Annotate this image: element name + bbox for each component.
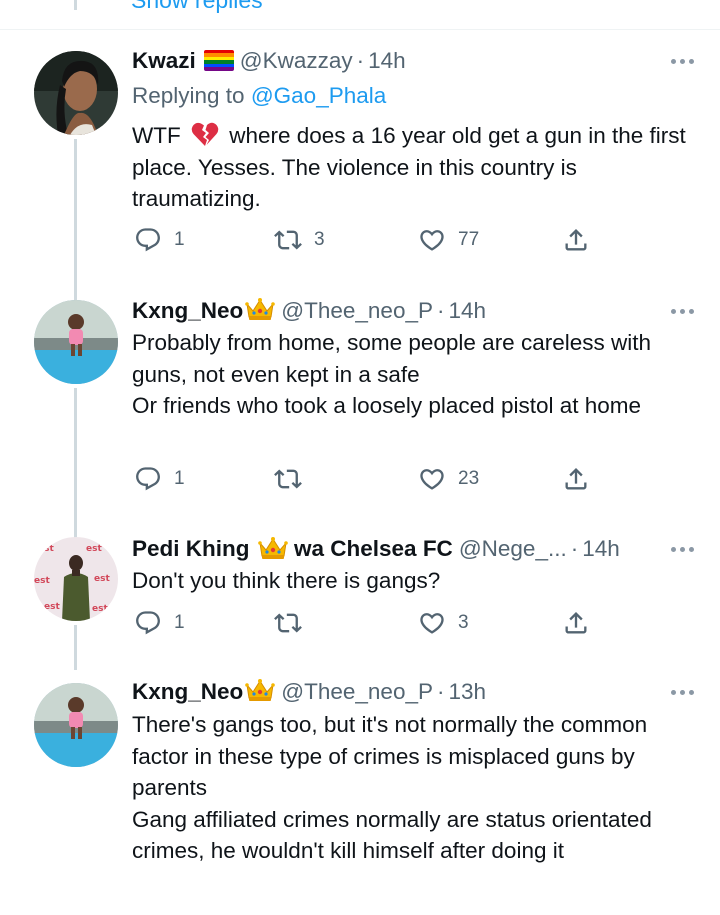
more-icon[interactable] [671,296,694,326]
timestamp[interactable]: 13h [448,677,486,707]
like-button[interactable]: 77 [418,225,479,255]
like-icon [418,609,446,637]
tweet-header: Kxng_Neo @Thee_neo_P · 14h [132,296,708,326]
retweet-button[interactable] [274,608,302,638]
reply-icon [134,609,162,637]
tweet[interactable]: Kxng_Neo @Thee_neo_P · 13h There's gangs… [0,670,720,915]
more-icon[interactable] [671,46,694,76]
tweet-text: There's gangs too, but it's not normally… [132,712,652,863]
reply-count: 1 [174,229,185,250]
like-button[interactable]: 3 [418,608,469,638]
timestamp[interactable]: 14h [582,534,620,564]
avatar[interactable] [34,51,118,135]
like-count: 3 [458,612,469,633]
separator-dot: · [570,536,579,561]
display-name[interactable]: Kwazi [132,46,196,76]
reply-count: 1 [174,612,185,633]
svg-text:est: est [38,544,54,554]
replying-to: Replying to @Gao_Phala [132,81,386,111]
share-icon [562,609,590,637]
display-name[interactable]: Kxng_Neo [132,677,243,707]
tweet-header: Pedi Khing wa Chelsea FC @Nege_... · 14h [132,534,708,564]
thread-line [74,0,77,10]
user-handle[interactable]: @Kwazzay [240,46,353,76]
svg-text:est: est [44,602,60,612]
retweet-icon [274,465,302,493]
tweet-header: Kwazi @Kwazzay · 14h [132,46,708,76]
reply-icon [134,465,162,493]
tweet[interactable]: Kxng_Neo @Thee_neo_P · 14h Probably from… [0,280,720,540]
tweet-text: Don't you think there is gangs? [132,568,441,593]
display-name-part: wa Chelsea FC [287,536,453,561]
timestamp[interactable]: 14h [368,46,406,76]
tweet-text-part: WTF [132,123,187,148]
more-icon[interactable] [671,677,694,707]
avatar[interactable]: est est est est est est [34,537,118,621]
share-icon [562,226,590,254]
separator-dot: · [436,298,445,323]
mention-link[interactable]: @Gao_Phala [251,83,386,108]
like-button[interactable]: 23 [418,464,479,494]
share-button[interactable] [562,464,590,494]
reply-button[interactable]: 1 [134,608,185,638]
svg-text:est: est [94,574,110,584]
tweet-text: Probably from home, some people are care… [132,330,651,418]
user-handle[interactable]: @Thee_neo_P [281,677,433,707]
separator-dot: · [436,679,445,704]
share-icon [562,465,590,493]
retweet-button[interactable] [274,464,302,494]
like-icon [418,465,446,493]
thread-line [74,388,77,540]
crown-emoji [245,297,275,321]
display-name[interactable]: Kxng_Neo [132,296,243,326]
separator-dot: · [356,48,365,73]
reply-button[interactable]: 1 [134,464,185,494]
broken-heart-emoji [191,122,219,147]
previous-tweet-stub: Show replies [0,0,720,30]
share-button[interactable] [562,225,590,255]
display-name[interactable]: Pedi Khing wa Chelsea FC [132,534,453,564]
retweet-button[interactable]: 3 [274,225,325,255]
reply-count: 1 [174,468,185,489]
svg-text:est: est [86,544,102,554]
share-button[interactable] [562,608,590,638]
tweet-actions: 1 3 [132,608,602,638]
more-icon[interactable] [671,534,694,564]
display-name-part: Pedi Khing [132,536,256,561]
retweet-icon [274,609,302,637]
svg-text:est: est [92,604,108,614]
crown-emoji [245,678,275,702]
tweet-header: Kxng_Neo @Thee_neo_P · 13h [132,677,708,707]
tweet[interactable]: Kwazi @Kwazzay · 14h Replying to @Gao_Ph… [0,30,720,309]
reply-button[interactable]: 1 [134,225,185,255]
tweet[interactable]: est est est est est est Pedi Khing wa Chels… [0,520,720,670]
reply-icon [134,226,162,254]
user-handle[interactable]: @Nege_... [459,534,567,564]
avatar[interactable] [34,300,118,384]
tweet-actions: 1 23 [132,464,602,494]
retweet-icon [274,226,302,254]
svg-text:est: est [34,576,50,586]
crown-emoji [258,536,288,560]
like-count: 23 [458,468,480,489]
tweet-text: WTF where does a 16 year old get a gun i… [132,120,692,215]
thread-line [74,625,77,670]
avatar[interactable] [34,683,118,767]
user-handle[interactable]: @Thee_neo_P [281,296,433,326]
rainbow-flag-emoji [203,49,234,71]
replying-prefix: Replying to [132,83,251,108]
show-replies-link[interactable]: Show replies [131,0,263,14]
like-icon [418,226,446,254]
tweet-actions: 1 3 77 [132,225,602,255]
like-count: 77 [458,229,480,250]
retweet-count: 3 [314,229,325,250]
timestamp[interactable]: 14h [448,296,486,326]
